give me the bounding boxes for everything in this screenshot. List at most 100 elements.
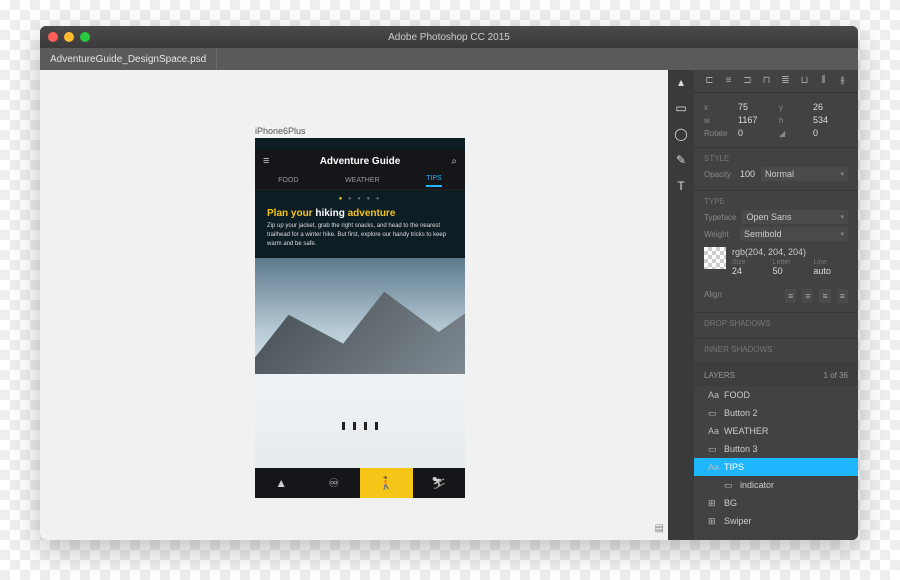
layer-row[interactable]: ▭Button 3: [694, 440, 858, 458]
transform-section: x75 y26 w1167 h534 Rotate0 ◢0: [694, 93, 858, 148]
layer-name: Swiper: [724, 516, 752, 526]
hero-accent: adventure: [348, 208, 396, 219]
titlebar: Adobe Photoshop CC 2015: [40, 26, 858, 48]
layer-type-icon: Aa: [708, 390, 718, 400]
x-value[interactable]: 75: [738, 102, 748, 112]
artboard[interactable]: ≡ Adventure Guide ⌕ FOOD WEATHER TIPS ● …: [255, 138, 465, 498]
mock-header: ≡ Adventure Guide ⌕: [255, 150, 465, 172]
letter-label: Letter: [773, 259, 808, 266]
layer-type-icon: ⊞: [708, 498, 718, 508]
document-tab[interactable]: AdventureGuide_DesignSpace.psd: [40, 48, 217, 70]
color-value: rgb(204, 204, 204): [732, 247, 848, 257]
line-label: Line: [813, 259, 848, 266]
opacity-label: Opacity: [704, 170, 734, 179]
text-align-left-icon[interactable]: ≡: [785, 289, 796, 303]
layer-row[interactable]: AaWEATHER: [694, 422, 858, 440]
tent-icon: ▲: [255, 468, 308, 498]
distribute-h-icon[interactable]: ⫴: [818, 75, 830, 87]
layer-name: Button 2: [724, 408, 758, 418]
inner-shadows-heading: INNER SHADOWS: [704, 345, 848, 354]
style-heading: STYLE: [704, 154, 848, 163]
size-value[interactable]: 24: [732, 266, 767, 276]
mock-hero-image: [255, 258, 465, 468]
text-align-label: Align: [704, 290, 734, 299]
align-controls: ⊏ ≡ ⊐ ⊓ ≣ ⊔ ⫴ ⫵: [694, 70, 858, 93]
skew-icon: ◢: [779, 129, 809, 138]
mock-tab-tips: TIPS: [426, 175, 442, 187]
h-label: h: [779, 116, 809, 125]
layer-row[interactable]: AaTIPS: [694, 458, 858, 476]
text-align-right-icon[interactable]: ≡: [819, 289, 830, 303]
typeface-label: Typeface: [704, 213, 736, 222]
skew-value[interactable]: 0: [813, 128, 818, 138]
drop-shadows-section[interactable]: DROP SHADOWS: [694, 313, 858, 339]
letter-value[interactable]: 50: [773, 266, 808, 276]
text-align-justify-icon[interactable]: ≡: [837, 289, 848, 303]
move-tool[interactable]: ▴: [673, 74, 689, 90]
layer-name: indicator: [740, 480, 774, 490]
size-label: Size: [732, 259, 767, 266]
weight-label: Weight: [704, 230, 734, 239]
canvas-layer-icon[interactable]: ▤: [655, 523, 664, 534]
layer-name: Button 3: [724, 444, 758, 454]
layer-name: BG: [724, 498, 737, 508]
inner-shadows-section[interactable]: INNER SHADOWS: [694, 339, 858, 365]
layer-type-icon: ▭: [724, 480, 734, 490]
type-section: TYPE Typeface Open Sans Weight Semibold …: [694, 191, 858, 313]
layer-row[interactable]: ▭ Button 2: [694, 404, 858, 422]
distribute-v-icon[interactable]: ⫵: [837, 75, 849, 87]
app-window: Adobe Photoshop CC 2015 AdventureGuide_D…: [40, 26, 858, 540]
canvas[interactable]: iPhone6Plus ≡ Adventure Guide ⌕ FOOD WEA…: [40, 70, 668, 540]
hero-pre: Plan your: [267, 208, 313, 219]
layer-row[interactable]: Aa FOOD: [694, 386, 858, 404]
rotate-value[interactable]: 0: [738, 128, 743, 138]
weight-dropdown[interactable]: Semibold: [740, 227, 848, 241]
align-right-icon[interactable]: ⊐: [742, 75, 754, 87]
w-label: w: [704, 116, 734, 125]
layers-count: 1 of 36: [824, 371, 849, 380]
layer-type-icon: Aa: [708, 426, 718, 436]
line-value[interactable]: auto: [813, 266, 848, 276]
hamburger-icon: ≡: [263, 155, 269, 167]
properties-panel: ▴ ▭ ◯ ✎ T ⊏ ≡ ⊐ ⊓ ≣ ⊔ ⫴ ⫵: [668, 70, 858, 540]
layer-row[interactable]: ⊞ Swiper: [694, 512, 858, 530]
text-align-center-icon[interactable]: ≡: [802, 289, 813, 303]
mock-bottom-nav: ▲ ♾ 🚶 ⛷: [255, 468, 465, 498]
toolstrip: ▴ ▭ ◯ ✎ T: [668, 70, 694, 540]
y-label: y: [779, 103, 809, 112]
layer-type-icon: ▭: [708, 408, 718, 418]
type-tool[interactable]: T: [673, 178, 689, 194]
search-icon: ⌕: [451, 156, 457, 167]
layers-list: AaFOOD▭Button 2AaWEATHER▭Button 3AaTIPS▭…: [694, 386, 858, 540]
hero-body: Zip up your jacket, grab the right snack…: [267, 222, 453, 249]
layers-header: LAYERS 1 of 36: [694, 365, 858, 386]
pen-tool[interactable]: ✎: [673, 152, 689, 168]
layer-row[interactable]: ▭ indicator: [694, 476, 858, 494]
layer-name: FOOD: [724, 390, 750, 400]
layers-heading: LAYERS: [704, 371, 735, 380]
align-top-icon[interactable]: ⊓: [761, 75, 773, 87]
w-value[interactable]: 1167: [738, 115, 757, 125]
align-left-icon[interactable]: ⊏: [704, 75, 716, 87]
blend-dropdown[interactable]: Normal: [761, 167, 848, 181]
document-tabbar: AdventureGuide_DesignSpace.psd: [40, 48, 858, 70]
ellipse-tool[interactable]: ◯: [673, 126, 689, 142]
layer-name: TIPS: [724, 462, 744, 472]
type-heading: TYPE: [704, 197, 848, 206]
opacity-value[interactable]: 100: [740, 169, 755, 179]
h-value[interactable]: 534: [813, 115, 828, 125]
y-value[interactable]: 26: [813, 102, 823, 112]
artboard-label[interactable]: iPhone6Plus: [255, 126, 306, 136]
mock-tabs: FOOD WEATHER TIPS: [255, 172, 465, 190]
align-center-h-icon[interactable]: ≡: [723, 75, 735, 87]
align-middle-icon[interactable]: ≣: [780, 75, 792, 87]
rotate-label: Rotate: [704, 129, 734, 138]
align-bottom-icon[interactable]: ⊔: [799, 75, 811, 87]
window-title: Adobe Photoshop CC 2015: [40, 32, 858, 43]
mock-title: Adventure Guide: [320, 156, 401, 167]
color-swatch[interactable]: [704, 247, 726, 269]
layer-type-icon: ⊞: [708, 516, 718, 526]
typeface-dropdown[interactable]: Open Sans: [742, 210, 848, 224]
rect-tool[interactable]: ▭: [673, 100, 689, 116]
layer-row[interactable]: ⊞ BG: [694, 494, 858, 512]
